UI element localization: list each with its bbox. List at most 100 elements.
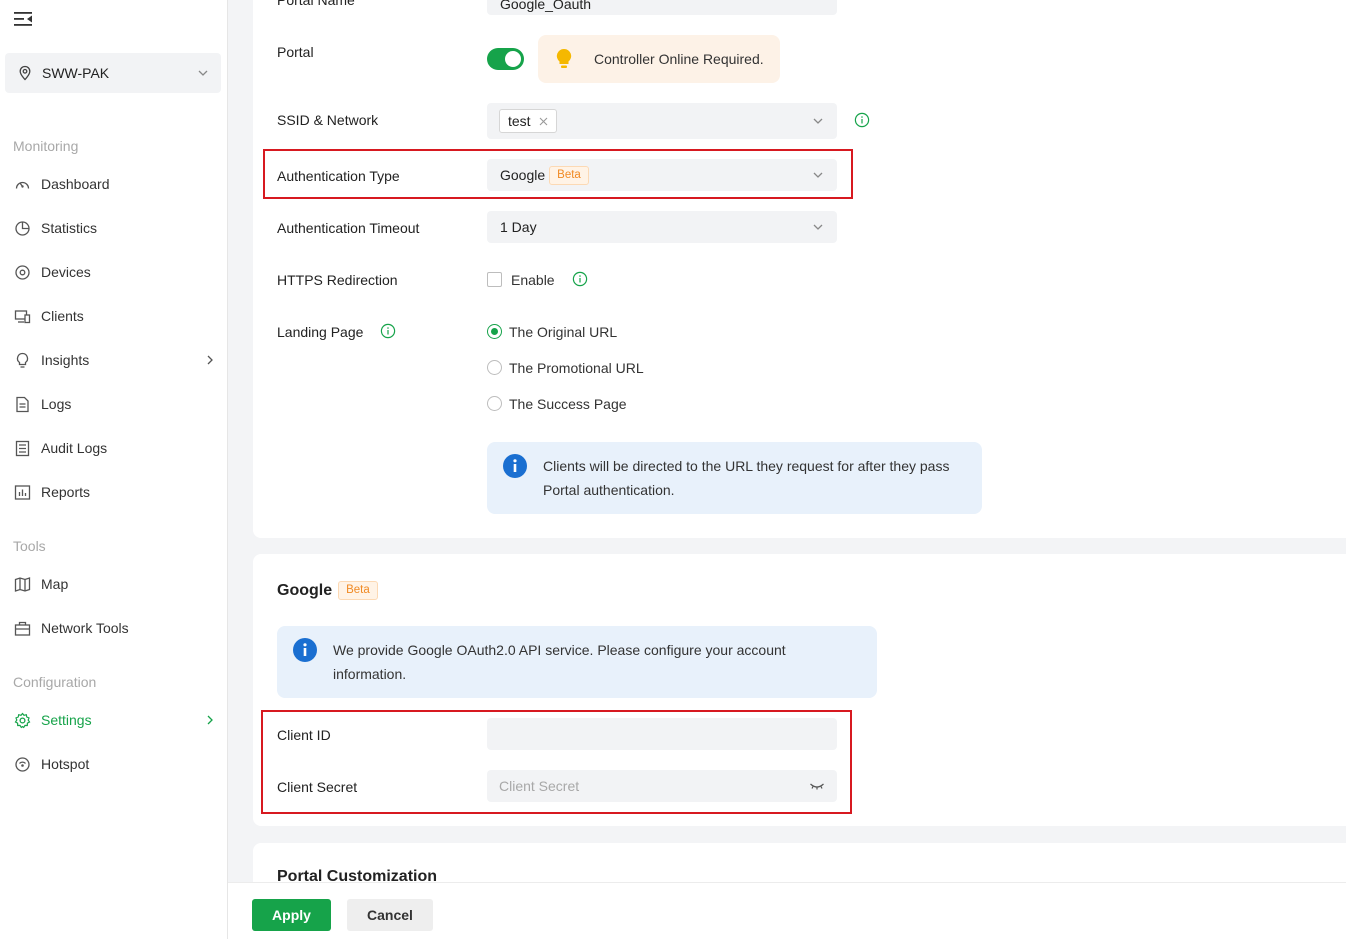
- sidebar-item-clients[interactable]: Clients: [0, 298, 228, 334]
- chevron-down-icon: [813, 224, 823, 230]
- sidebar-item-label: Network Tools: [41, 620, 129, 636]
- auth-timeout-label: Authentication Timeout: [277, 220, 420, 236]
- landing-page-label: Landing Page: [277, 324, 364, 340]
- sidebar-item-statistics[interactable]: Statistics: [0, 210, 228, 246]
- auth-type-label: Authentication Type: [277, 168, 400, 184]
- radio-original-url[interactable]: [487, 324, 502, 339]
- controller-online-notice: Controller Online Required.: [538, 35, 780, 83]
- google-title-text: Google: [277, 581, 333, 599]
- ssid-network-label: SSID & Network: [277, 112, 379, 128]
- section-monitoring: Monitoring: [13, 138, 79, 154]
- lightbulb-warning-icon: [556, 48, 572, 68]
- landing-option-label: The Original URL: [509, 324, 618, 340]
- sidebar-item-label: Clients: [41, 308, 84, 324]
- info-filled-icon: [293, 638, 317, 662]
- chevron-right-icon: [207, 715, 213, 725]
- sidebar-item-hotspot[interactable]: Hotspot: [0, 746, 228, 782]
- ssid-network-select[interactable]: test: [487, 103, 837, 139]
- portal-toggle-label: Portal: [277, 44, 314, 60]
- sidebar-item-label: Statistics: [41, 220, 98, 236]
- sidebar-item-network-tools[interactable]: Network Tools: [0, 610, 228, 646]
- sidebar-item-label: Insights: [41, 352, 90, 368]
- sidebar-item-label: Settings: [41, 712, 92, 728]
- client-secret-label: Client Secret: [277, 779, 358, 795]
- https-redirection-label: HTTPS Redirection: [277, 272, 398, 288]
- https-enable-label: Enable: [511, 272, 555, 288]
- chevron-down-icon: [198, 70, 208, 76]
- document-icon: [16, 396, 29, 412]
- sidebar-item-insights[interactable]: Insights: [0, 342, 228, 378]
- google-section-title: Google Beta: [277, 581, 378, 600]
- close-icon[interactable]: [539, 117, 548, 126]
- hotspot-icon: [15, 756, 30, 772]
- portal-name-label: Portal Name: [277, 0, 355, 8]
- sidebar-item-dashboard[interactable]: Dashboard: [0, 166, 228, 202]
- chevron-right-icon: [207, 355, 213, 365]
- radio-success-page[interactable]: [487, 396, 502, 411]
- info-icon[interactable]: [380, 323, 396, 339]
- sidebar-item-logs[interactable]: Logs: [0, 386, 228, 422]
- section-tools: Tools: [13, 538, 46, 554]
- section-configuration: Configuration: [13, 674, 97, 690]
- info-icon[interactable]: [572, 271, 588, 287]
- sidebar-item-devices[interactable]: Devices: [0, 254, 228, 290]
- dashboard-gauge-icon: [15, 181, 30, 189]
- auth-type-select[interactable]: Google Beta: [487, 159, 837, 191]
- sidebar-item-label: Logs: [41, 396, 72, 412]
- landing-option-label: The Promotional URL: [509, 360, 644, 376]
- devices-icon: [15, 264, 30, 280]
- sidebar: SWW-PAK Monitoring Dashboard Statistics …: [0, 0, 228, 939]
- sidebar-item-label: Devices: [41, 264, 91, 280]
- eye-closed-icon[interactable]: [809, 780, 825, 792]
- chevron-down-icon: [813, 172, 823, 178]
- auth-timeout-value: 1 Day: [500, 219, 537, 235]
- google-info-panel: We provide Google OAuth2.0 API service. …: [277, 626, 877, 698]
- client-id-input[interactable]: [487, 718, 837, 750]
- toolbox-icon: [14, 621, 31, 636]
- beta-badge: Beta: [338, 581, 378, 600]
- sidebar-item-label: Hotspot: [41, 756, 90, 772]
- sidebar-item-label: Dashboard: [41, 176, 110, 192]
- radio-promotional-url[interactable]: [487, 360, 502, 375]
- lightbulb-icon: [16, 352, 29, 368]
- sidebar-item-reports[interactable]: Reports: [0, 474, 228, 510]
- apply-button[interactable]: Apply: [252, 899, 331, 931]
- info-icon[interactable]: [854, 112, 870, 128]
- portal-name-input[interactable]: Google_Oauth: [487, 0, 837, 15]
- landing-info-text: Clients will be directed to the URL they…: [543, 458, 950, 498]
- auth-type-value: Google: [500, 167, 546, 183]
- portal-name-value: Google_Oauth: [500, 0, 592, 12]
- google-info-text: We provide Google OAuth2.0 API service. …: [333, 642, 786, 682]
- https-enable-checkbox[interactable]: [487, 272, 502, 287]
- sidebar-item-label: Map: [41, 576, 69, 592]
- clients-monitor-icon: [14, 309, 31, 323]
- landing-option-label: The Success Page: [509, 396, 627, 412]
- client-secret-input[interactable]: [487, 770, 837, 802]
- chevron-down-icon: [813, 118, 823, 124]
- toggle-knob: [505, 51, 521, 67]
- bar-chart-icon: [14, 484, 31, 500]
- landing-info-panel: Clients will be directed to the URL they…: [487, 442, 982, 514]
- portal-enable-toggle[interactable]: [487, 48, 524, 70]
- pie-chart-icon: [15, 220, 30, 236]
- sidebar-item-label: Reports: [41, 484, 91, 500]
- site-selector[interactable]: SWW-PAK: [5, 53, 221, 93]
- client-id-label: Client ID: [277, 727, 331, 743]
- auth-timeout-select[interactable]: 1 Day: [487, 211, 837, 243]
- ssid-tag-text: test: [508, 113, 531, 129]
- site-name: SWW-PAK: [42, 65, 110, 81]
- notice-text: Controller Online Required.: [594, 51, 764, 67]
- audit-list-icon: [15, 440, 30, 456]
- sidebar-item-map[interactable]: Map: [0, 566, 228, 602]
- menu-collapse-icon[interactable]: [13, 10, 33, 28]
- map-icon: [14, 576, 31, 592]
- beta-badge: Beta: [549, 165, 589, 185]
- sidebar-item-settings[interactable]: Settings: [0, 702, 228, 738]
- location-pin-icon: [19, 65, 31, 81]
- sidebar-item-label: Audit Logs: [41, 440, 108, 456]
- ssid-tag: test: [499, 109, 557, 133]
- gear-icon: [14, 712, 31, 728]
- info-filled-icon: [503, 454, 527, 478]
- cancel-button[interactable]: Cancel: [347, 899, 433, 931]
- sidebar-item-audit-logs[interactable]: Audit Logs: [0, 430, 228, 466]
